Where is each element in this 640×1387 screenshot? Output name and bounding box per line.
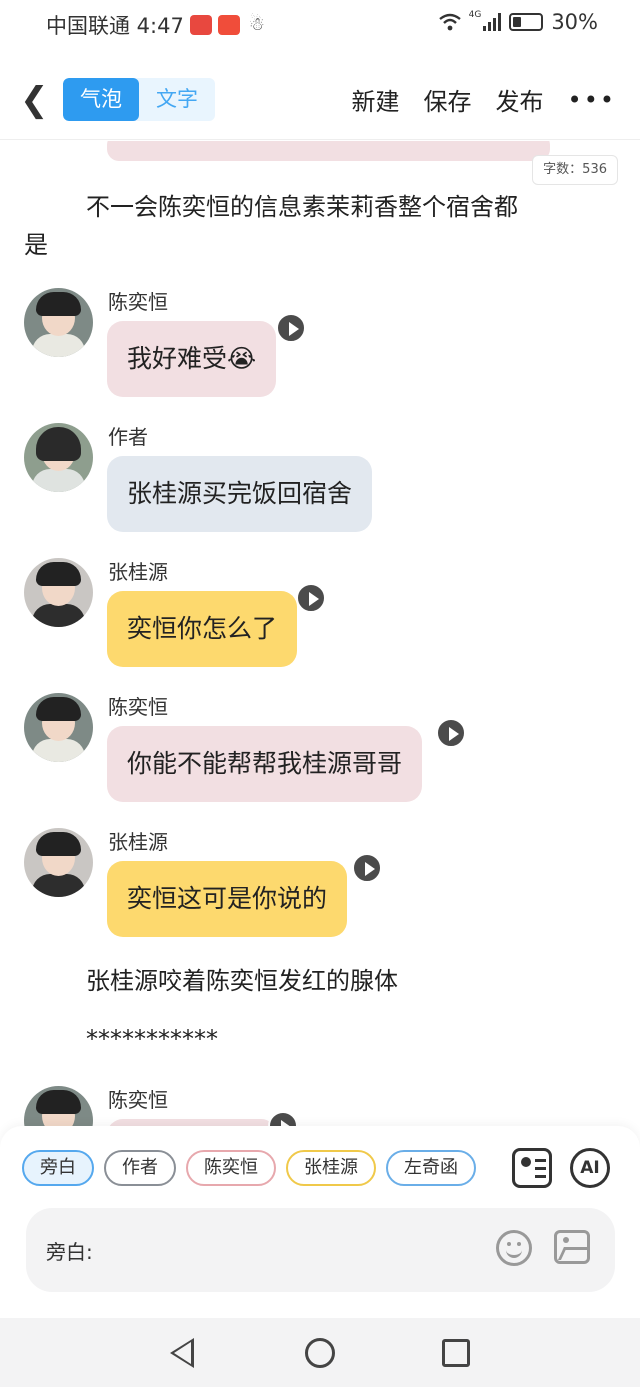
- more-icon[interactable]: •••: [568, 86, 616, 114]
- chat-area[interactable]: 字数：536 不一会陈奕恒的信息素茉莉香整个宿舍都 是 陈奕恒 我好难受😭 作者…: [0, 141, 640, 1126]
- qq-notification-icon: ☃: [248, 14, 265, 35]
- sender-name: 作者: [108, 425, 148, 449]
- play-icon[interactable]: [296, 583, 326, 613]
- ai-icon[interactable]: AI: [570, 1148, 610, 1188]
- role-chip-narrator[interactable]: 旁白: [22, 1150, 94, 1186]
- sender-name: 陈奕恒: [108, 695, 168, 719]
- status-bar: 中国联通 4:47 ☃ 4G 30%: [0, 0, 640, 44]
- status-right: 4G 30%: [438, 10, 598, 34]
- message-bubble[interactable]: 奕恒你怎么了: [107, 591, 298, 667]
- battery-level: 30%: [551, 10, 598, 34]
- nav-recents-icon[interactable]: [442, 1339, 470, 1367]
- play-icon[interactable]: [436, 718, 466, 748]
- narration-line[interactable]: ***********: [86, 1021, 218, 1057]
- tab-text[interactable]: 文字: [139, 78, 215, 121]
- word-count: 字数：536: [532, 155, 618, 185]
- previous-bubble[interactable]: [107, 141, 550, 161]
- message-bubble[interactable]: [107, 1119, 277, 1126]
- message-input[interactable]: 旁白:: [26, 1208, 615, 1292]
- play-icon[interactable]: [276, 313, 306, 343]
- nav-home-icon[interactable]: [305, 1338, 335, 1368]
- sender-name: 陈奕恒: [108, 1088, 168, 1112]
- avatar[interactable]: [24, 1086, 93, 1126]
- avatar[interactable]: [24, 693, 93, 762]
- message-bubble[interactable]: 你能不能帮帮我桂源哥哥: [107, 726, 423, 802]
- role-chip-author[interactable]: 作者: [104, 1150, 176, 1186]
- app-notification-icon: [189, 15, 212, 35]
- nav-back-icon[interactable]: [168, 1338, 198, 1368]
- sender-name: 陈奕恒: [108, 290, 168, 314]
- emoji-icon[interactable]: [496, 1230, 532, 1266]
- new-button[interactable]: 新建: [352, 82, 400, 117]
- battery-icon: [509, 13, 544, 31]
- tab-bubble[interactable]: 气泡: [63, 78, 139, 121]
- back-icon[interactable]: ❮: [20, 80, 49, 120]
- message-bubble[interactable]: 奕恒这可是你说的: [107, 861, 348, 937]
- shop-notification-icon: [217, 15, 240, 35]
- avatar[interactable]: [24, 423, 93, 492]
- avatar[interactable]: [24, 828, 93, 897]
- role-chip-zuo[interactable]: 左奇函: [386, 1150, 476, 1186]
- message-bubble[interactable]: 我好难受😭: [107, 321, 277, 397]
- role-chip-chen[interactable]: 陈奕恒: [186, 1150, 276, 1186]
- role-card-icon[interactable]: [512, 1148, 552, 1188]
- signal-icon: [483, 13, 502, 31]
- carrier-time: 中国联通 4:47: [46, 14, 184, 38]
- network-type: 4G: [468, 10, 482, 20]
- system-nav-bar: [0, 1318, 640, 1387]
- sender-name: 张桂源: [108, 830, 168, 854]
- role-chips: 旁白 作者 陈奕恒 张桂源 左奇函: [22, 1150, 492, 1190]
- narration-line[interactable]: 不一会陈奕恒的信息素茉莉香整个宿舍都: [86, 189, 518, 225]
- avatar[interactable]: [24, 558, 93, 627]
- input-role-label: 旁白:: [46, 1240, 93, 1264]
- image-icon[interactable]: [554, 1230, 590, 1264]
- status-left: 中国联通 4:47 ☃: [46, 10, 268, 40]
- role-chip-zhang[interactable]: 张桂源: [286, 1150, 376, 1186]
- play-icon[interactable]: [352, 853, 382, 883]
- play-icon[interactable]: [268, 1111, 298, 1126]
- top-actions: 新建 保存 发布 •••: [352, 82, 616, 117]
- narration-line[interactable]: 张桂源咬着陈奕恒发红的腺体: [86, 963, 398, 999]
- publish-button[interactable]: 发布: [496, 82, 544, 117]
- input-panel: 旁白 作者 陈奕恒 张桂源 左奇函 AI 旁白:: [0, 1126, 640, 1318]
- mode-switch: 气泡 文字: [63, 78, 215, 121]
- message-bubble[interactable]: 张桂源买完饭回宿舍: [107, 456, 373, 532]
- narration-line[interactable]: 是: [24, 227, 48, 263]
- avatar[interactable]: [24, 288, 93, 357]
- save-button[interactable]: 保存: [424, 82, 472, 117]
- sender-name: 张桂源: [108, 560, 168, 584]
- wifi-icon: [438, 13, 461, 31]
- top-bar: ❮ 气泡 文字 新建 保存 发布 •••: [0, 60, 640, 140]
